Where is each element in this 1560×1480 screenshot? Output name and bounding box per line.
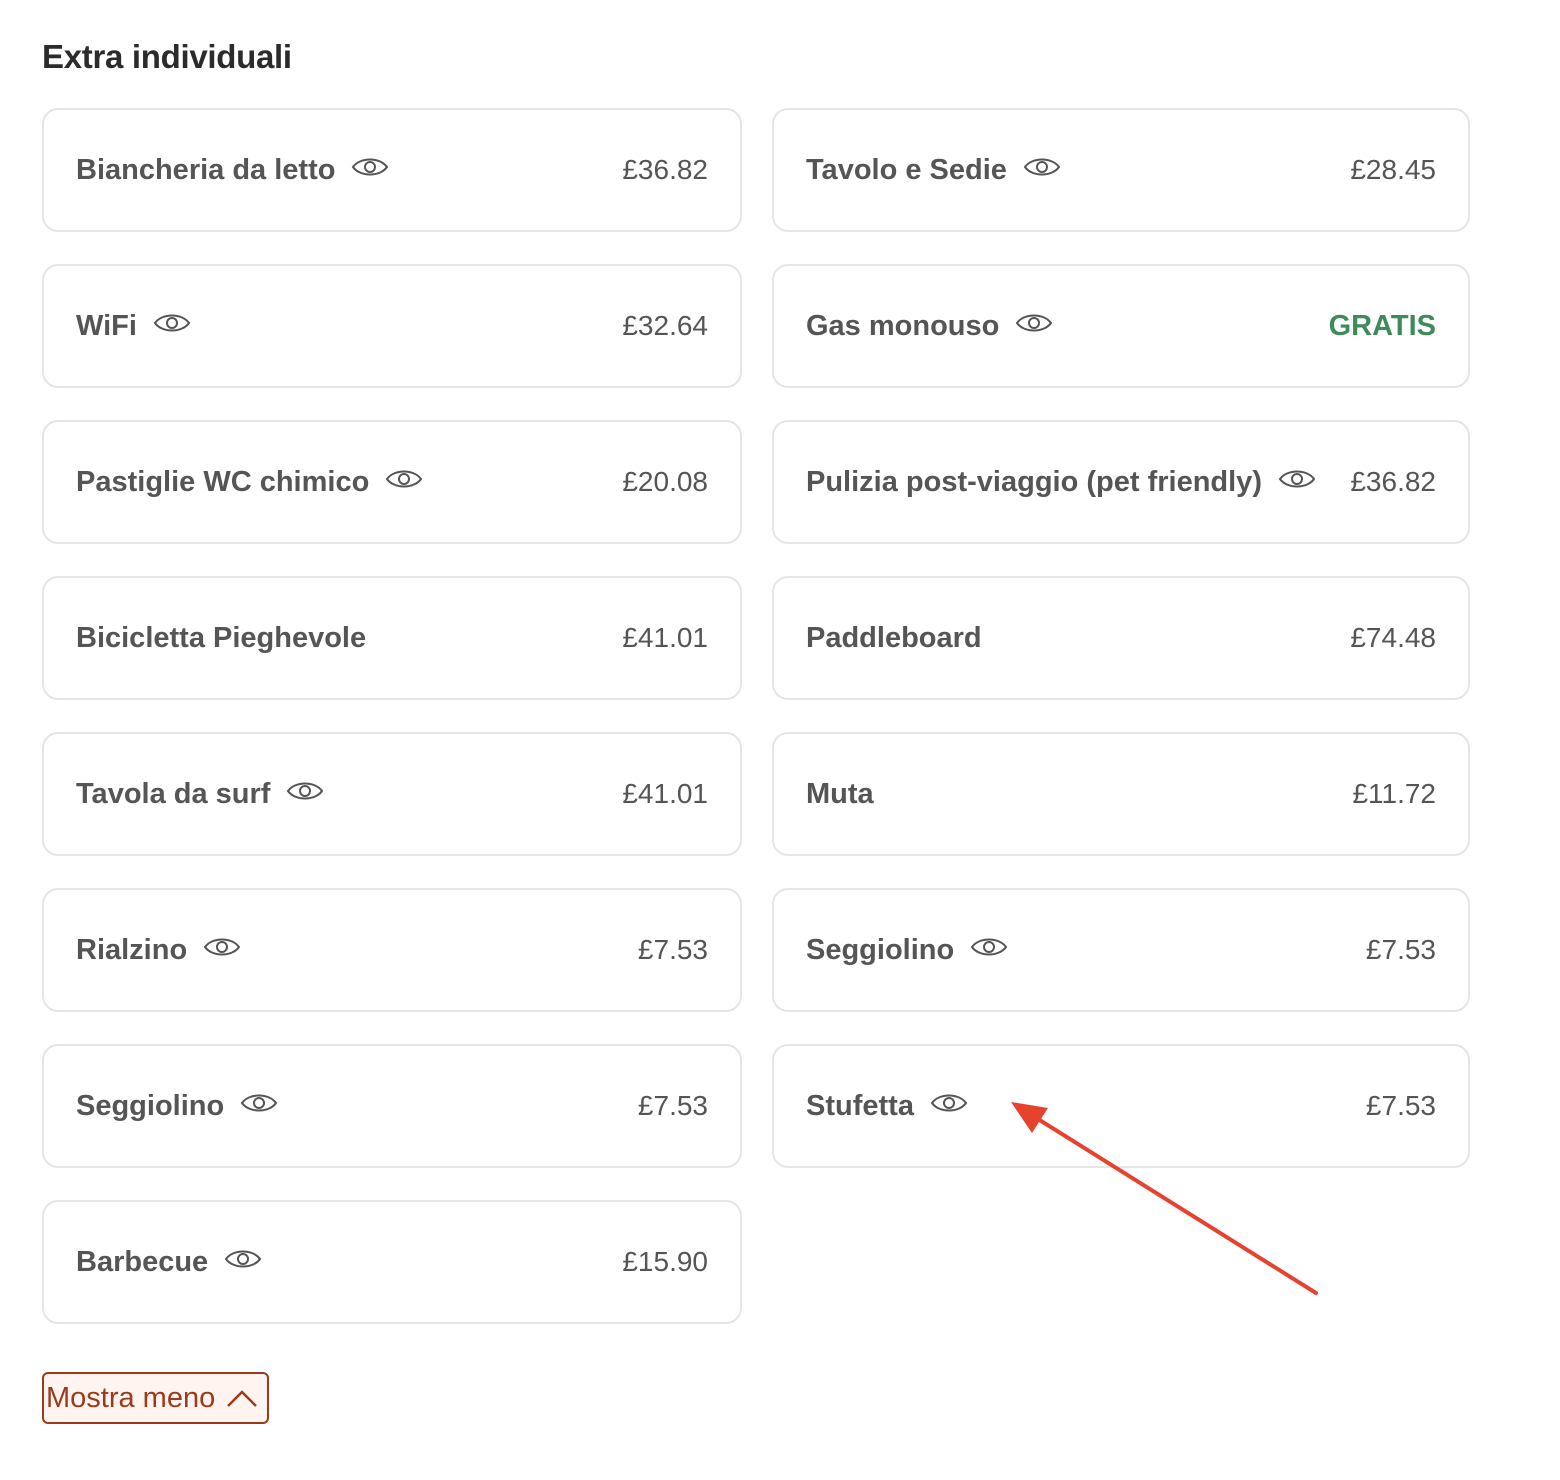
extra-name: Muta xyxy=(806,777,874,810)
extra-card[interactable]: Seggiolino £7.53 xyxy=(42,1044,742,1168)
extra-card[interactable]: Paddleboard £74.48 xyxy=(772,576,1470,700)
eye-icon[interactable] xyxy=(203,934,241,960)
extra-name: Tavolo e Sedie xyxy=(806,153,1007,186)
extra-card-left: Tavolo e Sedie xyxy=(806,154,1061,187)
eye-icon[interactable] xyxy=(351,154,389,180)
extra-card[interactable]: WiFi £32.64 xyxy=(42,264,742,388)
extra-card[interactable]: Gas monouso GRATIS xyxy=(772,264,1470,388)
show-less-label: Mostra meno xyxy=(46,1381,216,1414)
extra-card-left: Seggiolino xyxy=(76,1090,278,1123)
extra-card[interactable]: Biancheria da letto £36.82 xyxy=(42,108,742,232)
extra-card-left: Seggiolino xyxy=(806,934,1008,967)
extra-card-left: Tavola da surf xyxy=(76,778,324,811)
extra-price: £32.64 xyxy=(622,310,708,341)
extra-card[interactable]: Muta £11.72 xyxy=(772,732,1470,856)
extras-grid: Biancheria da letto £36.82 Tavolo e Sedie £… xyxy=(42,108,1470,1324)
eye-icon[interactable] xyxy=(1278,466,1316,492)
extra-name: Gas monouso xyxy=(806,309,1000,342)
extra-card-left: Stufetta xyxy=(806,1090,968,1123)
extra-price: £11.72 xyxy=(1352,778,1436,809)
extra-price: £20.08 xyxy=(622,466,708,497)
extra-card[interactable]: Tavolo e Sedie £28.45 xyxy=(772,108,1470,232)
extra-name: Stufetta xyxy=(806,1089,914,1122)
extra-card-left: WiFi xyxy=(76,310,191,343)
extra-card[interactable]: Pastiglie WC chimico £20.08 xyxy=(42,420,742,544)
chevron-up-icon xyxy=(225,1387,259,1409)
eye-icon[interactable] xyxy=(970,934,1008,960)
extra-price: £36.82 xyxy=(622,154,708,185)
extra-name: Seggiolino xyxy=(76,1089,225,1122)
eye-icon[interactable] xyxy=(1015,310,1053,336)
eye-icon[interactable] xyxy=(930,1090,968,1116)
extra-name: Bicicletta Pieghevole xyxy=(76,621,367,654)
extra-price: £7.53 xyxy=(1365,934,1436,965)
extra-price: £7.53 xyxy=(1365,1090,1436,1121)
extra-price: £74.48 xyxy=(1350,622,1436,653)
extra-card[interactable]: Barbecue £15.90 xyxy=(42,1200,742,1324)
extra-name: Barbecue xyxy=(76,1245,209,1278)
extra-card-left: Paddleboard xyxy=(806,622,982,655)
extra-price: £15.90 xyxy=(622,1246,708,1277)
extra-card-left: Pastiglie WC chimico xyxy=(76,466,423,499)
extra-card-left: Barbecue xyxy=(76,1246,262,1279)
extra-price: £41.01 xyxy=(622,778,708,809)
extra-name: Pastiglie WC chimico xyxy=(76,465,370,498)
eye-icon[interactable] xyxy=(385,466,423,492)
extra-price: £28.45 xyxy=(1350,154,1436,185)
extra-price: £41.01 xyxy=(622,622,708,653)
eye-icon[interactable] xyxy=(286,778,324,804)
extra-price: £7.53 xyxy=(637,1090,708,1121)
extra-name: WiFi xyxy=(76,309,137,342)
extra-card[interactable]: Tavola da surf £41.01 xyxy=(42,732,742,856)
extra-card-left: Biancheria da letto xyxy=(76,154,389,187)
extra-card-left: Pulizia post-viaggio (pet friendly) xyxy=(806,466,1316,499)
show-less-button[interactable]: Mostra meno xyxy=(42,1372,270,1424)
extra-card[interactable]: Seggiolino £7.53 xyxy=(772,888,1470,1012)
extra-card-left: Rialzino xyxy=(76,934,241,967)
extra-name: Tavola da surf xyxy=(76,777,271,810)
extra-price-free: GRATIS xyxy=(1328,309,1436,342)
section-title: Extra individuali xyxy=(42,38,292,75)
extra-name: Rialzino xyxy=(76,933,188,966)
eye-icon[interactable] xyxy=(1023,154,1061,180)
extra-card-left: Gas monouso xyxy=(806,310,1053,343)
extra-name: Pulizia post-viaggio (pet friendly) xyxy=(806,465,1262,498)
eye-icon[interactable] xyxy=(224,1246,262,1272)
extra-card[interactable]: Bicicletta Pieghevole £41.01 xyxy=(42,576,742,700)
extra-name: Seggiolino xyxy=(806,933,955,966)
extra-card-left: Bicicletta Pieghevole xyxy=(76,622,366,655)
extra-price: £36.82 xyxy=(1350,466,1436,497)
extra-name: Biancheria da letto xyxy=(76,153,336,186)
extra-name: Paddleboard xyxy=(806,621,982,654)
eye-icon[interactable] xyxy=(153,310,191,336)
extra-card[interactable]: Pulizia post-viaggio (pet friendly) £36.8… xyxy=(772,420,1470,544)
extra-card[interactable]: Rialzino £7.53 xyxy=(42,888,742,1012)
extra-price: £7.53 xyxy=(637,934,708,965)
extra-card[interactable]: Stufetta £7.53 xyxy=(772,1044,1470,1168)
extra-card-left: Muta xyxy=(806,778,874,811)
eye-icon[interactable] xyxy=(240,1090,278,1116)
